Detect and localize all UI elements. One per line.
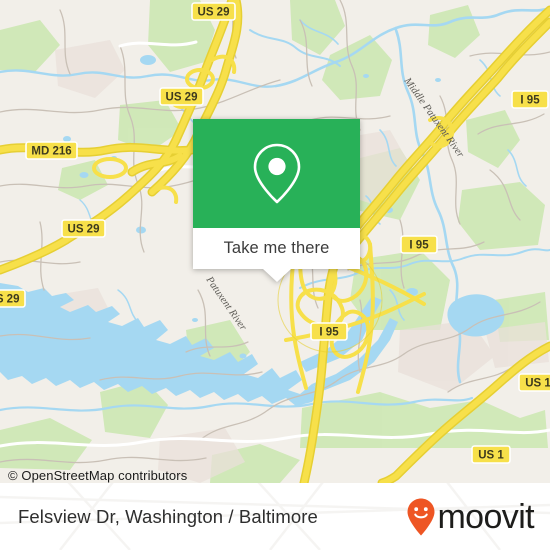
footer-bar: Felsview Dr, Washington / Baltimore moov…	[0, 483, 550, 550]
shield-i-95-top: I 95	[511, 90, 549, 109]
shield-us-29-edge: US 29	[0, 289, 26, 308]
shield-us-29-upper: US 29	[159, 87, 204, 106]
svg-text:US 1: US 1	[525, 378, 550, 390]
poi-card-action[interactable]: Take me there	[193, 228, 360, 282]
location-title: Felsview Dr, Washington / Baltimore	[18, 505, 318, 527]
take-me-there-label: Take me there	[223, 239, 330, 258]
svg-text:US 1: US 1	[478, 450, 504, 462]
svg-text:I 95: I 95	[520, 95, 540, 107]
location-pin-icon	[253, 143, 300, 203]
shield-i-95-lower: I 95	[310, 322, 348, 341]
svg-text:US 29: US 29	[166, 92, 198, 104]
shield-us-29-top: US 29	[191, 2, 236, 21]
svg-text:US 29: US 29	[198, 7, 230, 19]
shield-us-1-bottom: US 1	[471, 445, 511, 464]
svg-text:I 95: I 95	[409, 240, 429, 252]
moovit-logo[interactable]: moovit	[406, 497, 535, 537]
shield-i-95-mid: I 95	[400, 235, 438, 254]
poi-card[interactable]: Take me there	[193, 119, 360, 282]
svg-text:MD 216: MD 216	[31, 146, 71, 158]
moovit-smiley-pin-icon	[407, 498, 435, 535]
osm-attribution[interactable]: © OpenStreetMap contributors	[8, 468, 187, 483]
svg-text:US 29: US 29	[68, 224, 100, 236]
svg-text:US 29: US 29	[0, 294, 19, 306]
poi-card-header	[193, 119, 360, 228]
moovit-wordmark: moovit	[437, 497, 534, 536]
moovit-map-screenshot: Middle Patuxent River Patuxent River US …	[0, 0, 550, 550]
shield-us-29-lower: US 29	[61, 219, 106, 238]
poi-card-pointer	[262, 269, 291, 282]
shield-md-216: MD 216	[25, 141, 78, 160]
shield-us-1-edge: US 1	[518, 373, 550, 392]
svg-text:I 95: I 95	[319, 327, 339, 339]
